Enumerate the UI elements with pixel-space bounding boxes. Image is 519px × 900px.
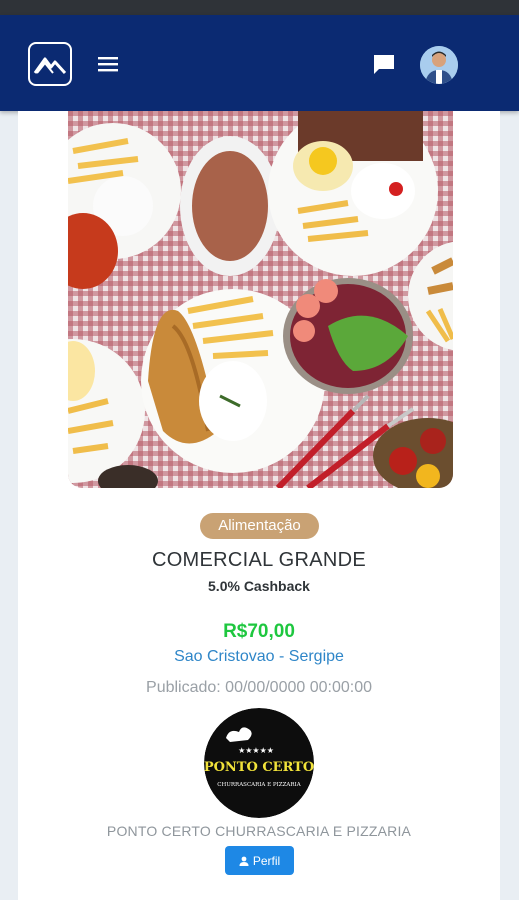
person-icon: [239, 856, 249, 866]
profile-button[interactable]: Perfil: [225, 846, 294, 875]
status-strip: [0, 0, 519, 15]
user-avatar[interactable]: [420, 46, 458, 84]
offer-location: Sao Cristovao - Sergipe: [174, 648, 344, 665]
store-logo-text: PONTO CERTO: [204, 760, 314, 775]
mountain-logo-icon[interactable]: [28, 42, 72, 86]
food-plates-photo: [68, 111, 453, 488]
published-date: Publicado: 00/00/0000 00:00:00: [146, 679, 372, 696]
store-name: PONTO CERTO CHURRASCARIA E PIZZARIA: [106, 823, 412, 839]
cashback-label: 5.0% Cashback: [208, 578, 310, 594]
profile-button-label: Perfil: [252, 853, 281, 868]
offer-title: COMERCIAL GRANDE: [151, 549, 367, 571]
chat-bubble-icon[interactable]: [372, 53, 396, 75]
hamburger-menu-icon[interactable]: [97, 55, 119, 73]
offer-card: Alimentação COMERCIAL GRANDE 5.0% Cashba…: [18, 111, 500, 900]
store-logo[interactable]: ★★★★★ PONTO CERTO CHURRASCARIA E PIZZARI…: [204, 708, 314, 818]
top-navbar: [0, 15, 519, 111]
category-badge: Alimentação: [200, 513, 319, 539]
store-logo-subtext: CHURRASCARIA E PIZZARIA: [217, 782, 301, 788]
store-logo-stars: ★★★★★: [238, 746, 274, 755]
offer-price: R$70,00: [223, 621, 295, 642]
